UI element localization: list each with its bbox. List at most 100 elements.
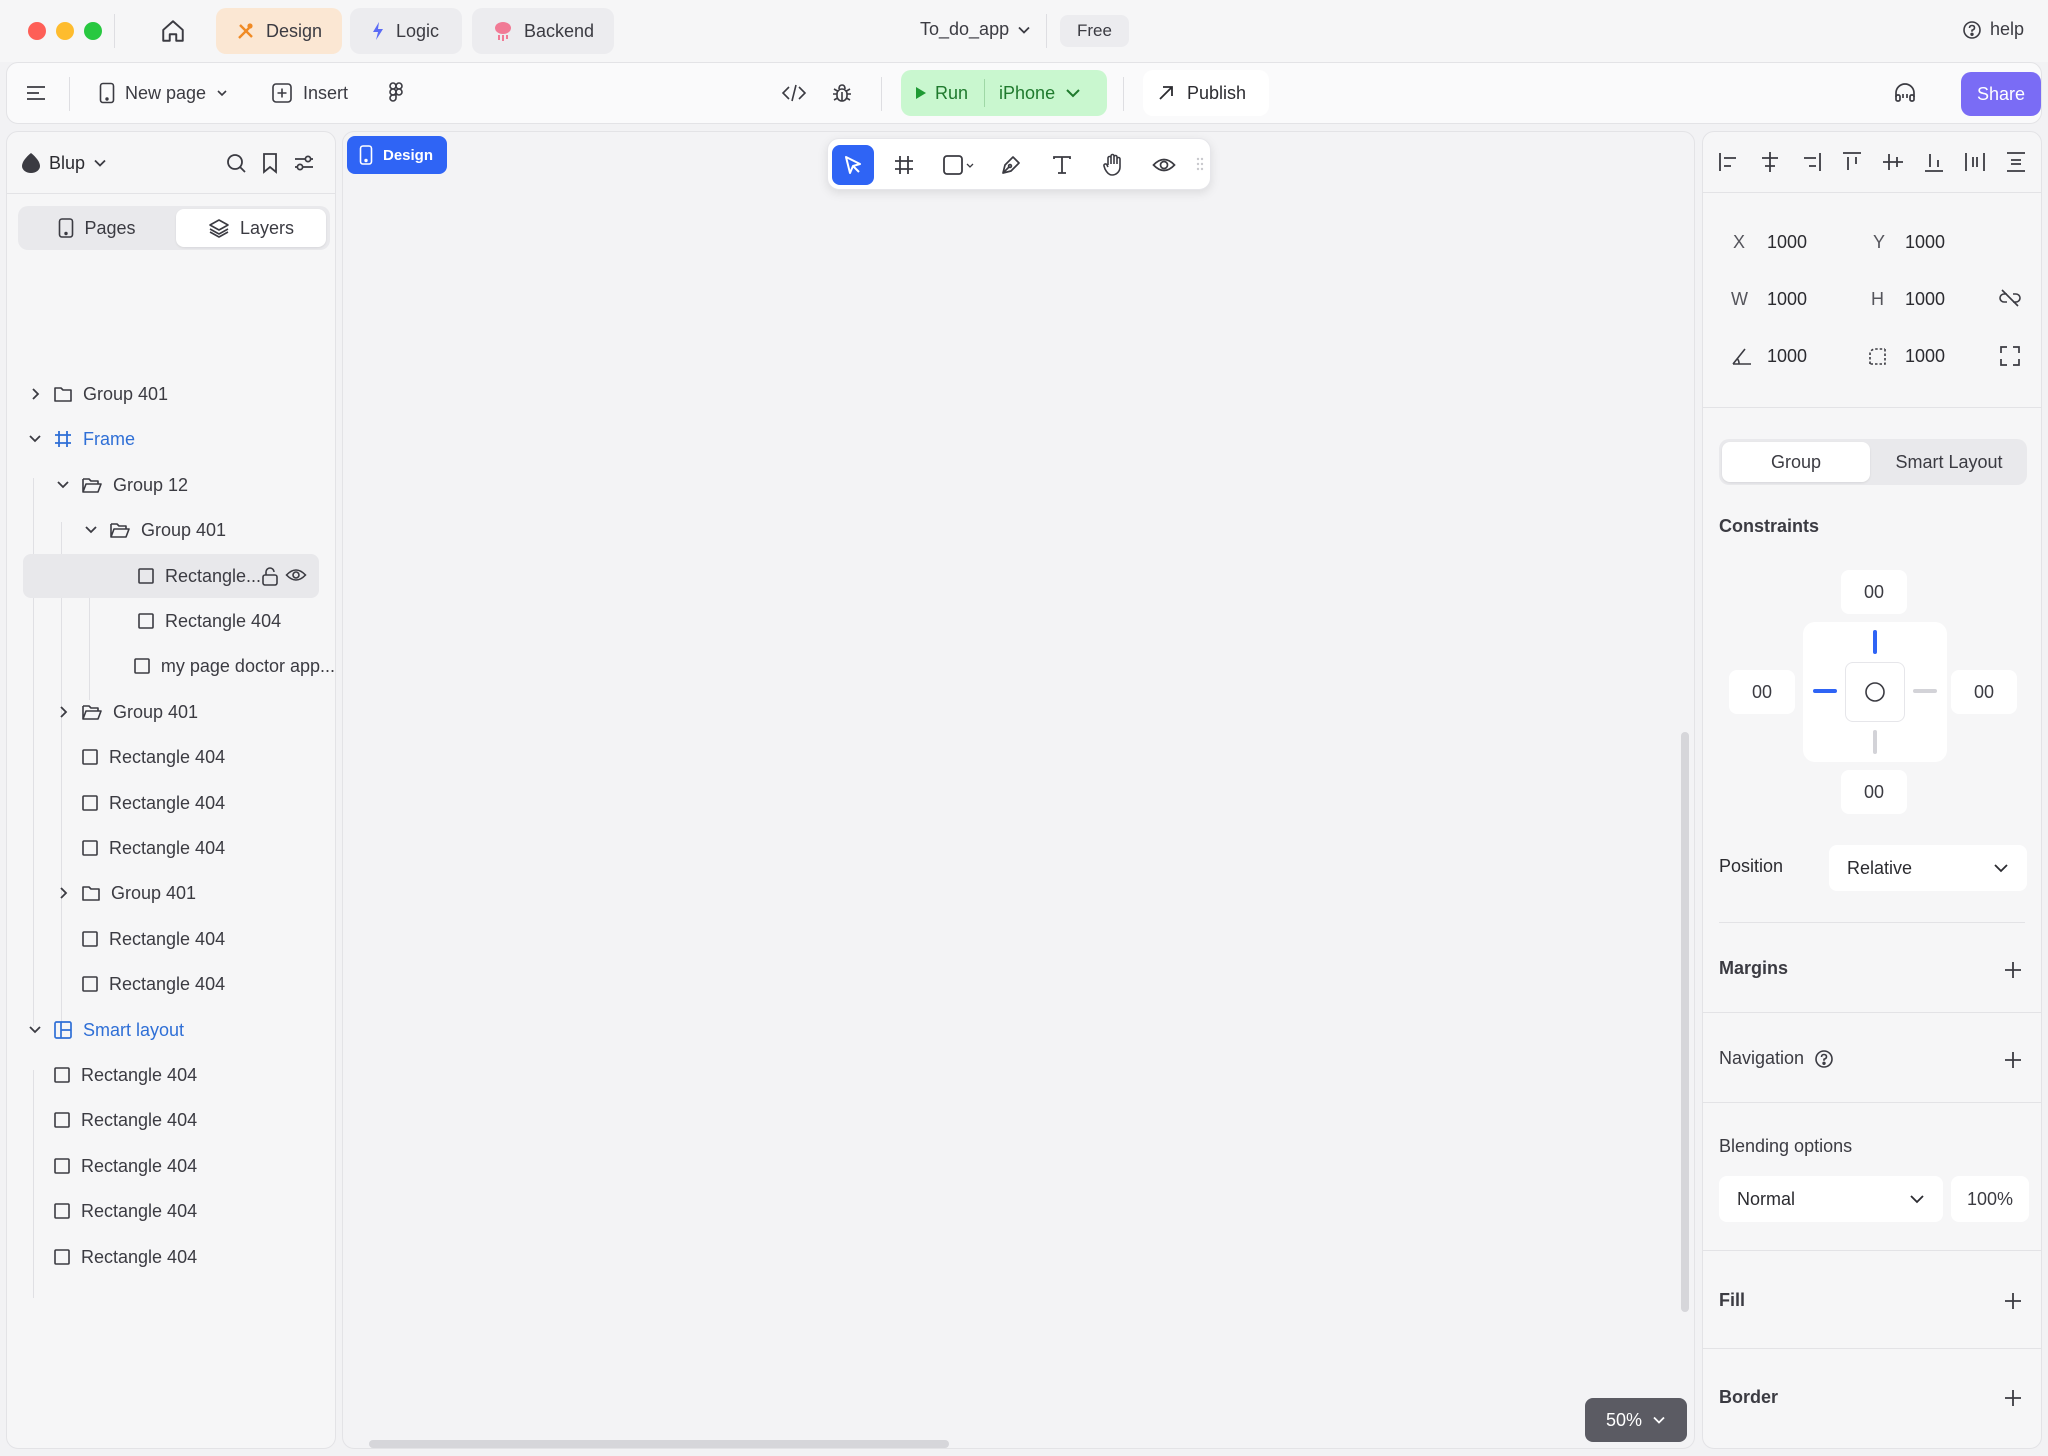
home-icon[interactable] — [160, 18, 186, 44]
maximize-window-button[interactable] — [84, 22, 102, 40]
constraint-left-input[interactable]: 00 — [1729, 670, 1795, 714]
code-view-button[interactable] — [781, 82, 807, 104]
layer-item[interactable]: my page doctor app... — [7, 644, 335, 688]
text-tool[interactable] — [1041, 145, 1083, 185]
blend-mode-select[interactable]: Normal — [1719, 1176, 1943, 1222]
layer-item[interactable]: Rectangle 404 — [7, 1144, 335, 1188]
distribute-horizontal-icon[interactable] — [1963, 150, 1987, 174]
help-circle-icon[interactable] — [1814, 1049, 1834, 1069]
layer-item[interactable]: Rectangle 404 — [7, 1098, 335, 1142]
lock-icon[interactable] — [261, 566, 279, 586]
layer-item[interactable]: Rectangle 404 — [7, 826, 335, 870]
bookmark-button[interactable] — [261, 152, 279, 174]
help-link[interactable]: help — [1962, 19, 2024, 40]
align-center-vertical-icon[interactable] — [1881, 150, 1905, 174]
tab-pages[interactable]: Pages — [22, 209, 172, 247]
debug-button[interactable] — [831, 82, 853, 104]
constraint-top-input[interactable]: 00 — [1841, 570, 1907, 614]
hand-tool[interactable] — [1092, 145, 1134, 185]
tab-smart-layout[interactable]: Smart Layout — [1874, 442, 2024, 482]
vertical-scrollbar[interactable] — [1681, 732, 1689, 1312]
mode-tab-logic[interactable]: Logic — [350, 8, 462, 54]
filter-button[interactable] — [293, 153, 315, 173]
layer-item[interactable]: Group 401 — [7, 372, 335, 416]
close-window-button[interactable] — [28, 22, 46, 40]
menu-toggle-button[interactable] — [25, 83, 47, 103]
new-page-button[interactable]: New page — [99, 82, 228, 104]
align-right-icon[interactable] — [1799, 150, 1823, 174]
add-fill-plus-icon[interactable] — [2003, 1291, 2023, 1311]
align-left-icon[interactable] — [1717, 150, 1741, 174]
layer-item[interactable]: Rectangle 404 — [7, 735, 335, 779]
constraint-center[interactable] — [1845, 662, 1905, 722]
add-border-plus-icon[interactable] — [2003, 1388, 2023, 1408]
eye-icon[interactable] — [285, 567, 307, 583]
layer-item[interactable]: Rectangle 404 — [7, 1189, 335, 1233]
device-selector[interactable]: iPhone — [985, 83, 1095, 104]
tab-group[interactable]: Group — [1722, 442, 1870, 482]
horizontal-scrollbar[interactable] — [369, 1440, 949, 1448]
opacity-input[interactable]: 100% — [1951, 1176, 2029, 1222]
layer-item[interactable]: Rectangle... — [7, 554, 335, 598]
rotation-input[interactable]: 1000 — [1767, 346, 1807, 367]
chevron-down-icon[interactable] — [53, 479, 73, 491]
distribute-vertical-icon[interactable] — [2004, 150, 2028, 174]
align-bottom-icon[interactable] — [1922, 150, 1946, 174]
chevron-right-icon[interactable] — [25, 387, 45, 401]
zoom-selector[interactable]: 50% — [1585, 1398, 1687, 1442]
constraint-right-input[interactable]: 00 — [1951, 670, 2017, 714]
add-navigation-plus-icon[interactable] — [2003, 1050, 2023, 1070]
chevron-down-icon[interactable] — [81, 524, 101, 536]
corner-radius-input[interactable]: 1000 — [1905, 346, 1945, 367]
layer-item[interactable]: Rectangle 404 — [7, 781, 335, 825]
width-input[interactable]: 1000 — [1767, 289, 1807, 310]
layer-item[interactable]: Group 401 — [7, 690, 335, 734]
chevron-right-icon[interactable] — [53, 886, 73, 900]
project-selector[interactable]: To_do_app — [920, 19, 1031, 40]
insert-button[interactable]: Insert — [271, 82, 348, 104]
share-button[interactable]: Share — [1961, 72, 2041, 116]
constraint-bottom-bar[interactable] — [1873, 730, 1877, 754]
align-top-icon[interactable] — [1840, 150, 1864, 174]
workspace-selector[interactable]: Blup — [21, 152, 107, 174]
layer-item[interactable]: Group 12 — [7, 463, 335, 507]
y-input[interactable]: 1000 — [1905, 232, 1945, 253]
chevron-down-icon[interactable] — [25, 433, 45, 445]
layer-item[interactable]: Smart layout — [7, 1008, 335, 1052]
layer-item[interactable]: Rectangle 404 — [7, 962, 335, 1006]
drag-handle-icon[interactable] — [1196, 157, 1204, 171]
x-input[interactable]: 1000 — [1767, 232, 1807, 253]
minimize-window-button[interactable] — [56, 22, 74, 40]
layer-item[interactable]: Rectangle 404 — [7, 599, 335, 643]
constraint-right-bar[interactable] — [1913, 689, 1937, 693]
constraint-top-bar[interactable] — [1873, 630, 1877, 654]
publish-button[interactable]: Publish — [1143, 70, 1269, 116]
align-center-horizontal-icon[interactable] — [1758, 150, 1782, 174]
run-button[interactable]: Run — [901, 83, 984, 104]
layer-item[interactable]: Rectangle 404 — [7, 917, 335, 961]
shape-tool[interactable] — [934, 145, 984, 185]
constraint-left-bar[interactable] — [1813, 689, 1837, 693]
preview-tool[interactable] — [1143, 145, 1185, 185]
unlink-proportions-icon[interactable] — [1999, 288, 2021, 308]
search-button[interactable] — [225, 152, 247, 174]
tab-layers[interactable]: Layers — [176, 209, 326, 247]
add-margin-plus-icon[interactable] — [2003, 960, 2023, 980]
chevron-down-icon[interactable] — [25, 1024, 45, 1036]
mode-tab-design[interactable]: Design — [216, 8, 342, 54]
figma-import-button[interactable] — [387, 81, 405, 105]
frame-tool[interactable] — [883, 145, 925, 185]
layer-item[interactable]: Group 401 — [7, 871, 335, 915]
frame-badge[interactable]: Design — [347, 136, 447, 174]
select-tool[interactable] — [832, 145, 874, 185]
mode-tab-backend[interactable]: Backend — [472, 8, 614, 54]
layer-item[interactable]: Group 401 — [7, 508, 335, 552]
support-button[interactable] — [1893, 82, 1917, 104]
expand-corners-icon[interactable] — [1999, 345, 2021, 367]
layer-item[interactable]: Frame — [7, 417, 335, 461]
pen-tool[interactable] — [990, 145, 1032, 185]
layer-item[interactable]: Rectangle 404 — [7, 1053, 335, 1097]
position-select[interactable]: Relative — [1829, 845, 2027, 891]
design-canvas[interactable]: Design 50% — [342, 131, 1695, 1449]
height-input[interactable]: 1000 — [1905, 289, 1945, 310]
